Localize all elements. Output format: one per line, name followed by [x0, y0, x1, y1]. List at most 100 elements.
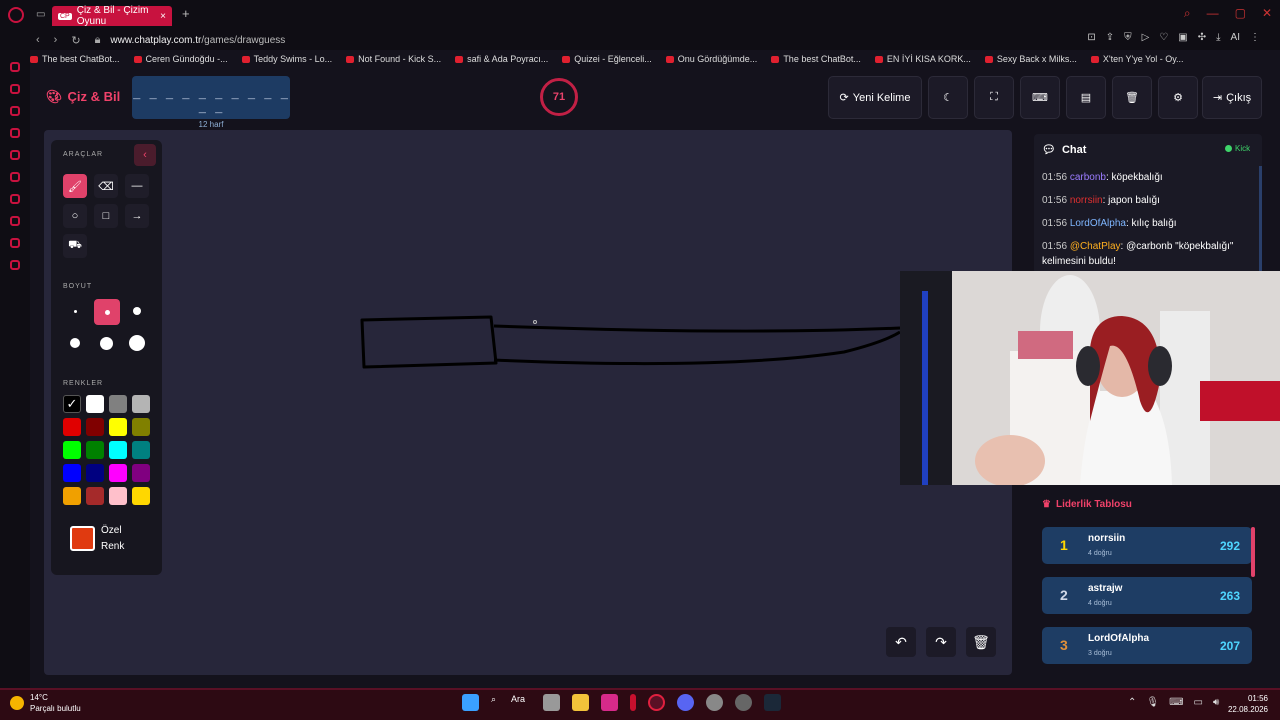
- bookmark-item[interactable]: safi & Ada Poyracı...: [455, 51, 548, 67]
- sidebar-icon[interactable]: [10, 194, 20, 204]
- leaderboard-scrollbar[interactable]: [1251, 527, 1255, 577]
- rectangle-tool[interactable]: □: [94, 204, 118, 228]
- share-icon[interactable]: ⇪: [1106, 32, 1114, 43]
- color-swatch[interactable]: [132, 418, 150, 436]
- fullscreen-button[interactable]: ⛶: [974, 76, 1014, 119]
- chat-scrollbar[interactable]: [1259, 166, 1262, 272]
- color-swatch[interactable]: [63, 418, 81, 436]
- bookmark-item[interactable]: The best ChatBot...: [771, 51, 861, 67]
- close-tab-icon[interactable]: ×: [160, 11, 166, 22]
- custom-color-swatch[interactable]: [70, 526, 95, 551]
- color-swatch[interactable]: [132, 464, 150, 482]
- new-word-button[interactable]: ⟳ Yeni Kelime: [828, 76, 922, 119]
- menu-icon[interactable]: ⋮: [1250, 32, 1260, 43]
- extensions-icon[interactable]: ✣: [1198, 32, 1206, 43]
- sidebar-icon[interactable]: [10, 260, 20, 270]
- color-swatch[interactable]: [132, 395, 150, 413]
- color-swatch[interactable]: [109, 418, 127, 436]
- brush-tool[interactable]: 🖌︎: [63, 174, 87, 198]
- custom-color-label[interactable]: Özel Renk: [101, 523, 124, 555]
- size-option-4[interactable]: [63, 331, 87, 355]
- message-user[interactable]: carbonb: [1070, 172, 1106, 183]
- color-swatch[interactable]: [109, 441, 127, 459]
- color-swatch[interactable]: [132, 441, 150, 459]
- exit-button[interactable]: ⇥ Çıkış: [1202, 76, 1262, 119]
- color-swatch[interactable]: [86, 441, 104, 459]
- sidebar-icon[interactable]: [10, 62, 20, 72]
- color-swatch[interactable]: [63, 464, 81, 482]
- url-field[interactable]: www.chatplay.com.tr/games/drawguess: [110, 35, 285, 46]
- bookmark-item[interactable]: EN İYİ KISA KORK...: [874, 51, 971, 67]
- keyboard-button[interactable]: ⌨: [1020, 76, 1060, 119]
- discord-icon[interactable]: [677, 694, 694, 711]
- shield-icon[interactable]: ⛨: [1124, 32, 1132, 43]
- download-icon[interactable]: ⤓: [1216, 32, 1220, 43]
- clear-canvas-button[interactable]: 🗑︎: [966, 627, 996, 657]
- size-option-6[interactable]: [125, 331, 149, 355]
- settings-button[interactable]: ⚙: [1158, 76, 1198, 119]
- taskbar-clock[interactable]: 01:56 22.08.2026: [1224, 693, 1268, 715]
- eraser-tool[interactable]: ⌫: [94, 174, 118, 198]
- color-swatch[interactable]: ✓: [63, 395, 81, 413]
- fill-tool[interactable]: ⛟: [63, 234, 87, 258]
- bookmark-item[interactable]: The best ChatBot...: [30, 51, 120, 67]
- drawing-canvas[interactable]: [44, 130, 1012, 675]
- instagram-icon[interactable]: [601, 694, 618, 711]
- message-user[interactable]: norrsiin: [1070, 195, 1103, 206]
- line-tool[interactable]: —: [125, 174, 149, 198]
- size-option-1[interactable]: [63, 299, 87, 323]
- color-swatch[interactable]: [63, 487, 81, 505]
- collapse-panel-button[interactable]: ‹: [134, 144, 156, 166]
- new-tab-button[interactable]: +: [182, 6, 190, 21]
- size-option-5[interactable]: [94, 331, 118, 355]
- opera-logo-icon[interactable]: [8, 7, 24, 23]
- red-app-icon[interactable]: [630, 694, 636, 711]
- sidebar-icon[interactable]: [10, 106, 20, 116]
- color-swatch[interactable]: [132, 487, 150, 505]
- reload-icon[interactable]: ↻: [71, 34, 80, 47]
- color-swatch[interactable]: [86, 487, 104, 505]
- browser-tab-active[interactable]: CP Çiz & Bil - Çizim Oyunu ×: [52, 5, 172, 27]
- arrow-tool[interactable]: →: [125, 204, 149, 228]
- maximize-icon[interactable]: ▢: [1235, 6, 1246, 21]
- sidebar-icon[interactable]: [10, 238, 20, 248]
- bookmark-item[interactable]: Onu Gördüğümde...: [665, 51, 757, 67]
- sidebar-icon[interactable]: [10, 128, 20, 138]
- search-tabs-icon[interactable]: ⌕: [1184, 6, 1191, 21]
- snapshot-icon[interactable]: ⊡: [1087, 32, 1095, 43]
- color-swatch[interactable]: [109, 395, 127, 413]
- message-user[interactable]: @ChatPlay: [1070, 241, 1121, 252]
- bookmark-item[interactable]: Quizei - Eğlenceli...: [562, 51, 652, 67]
- color-swatch[interactable]: [86, 418, 104, 436]
- app-icon[interactable]: [706, 694, 723, 711]
- sidebar-icon[interactable]: [10, 150, 20, 160]
- delete-button[interactable]: 🗑︎: [1112, 76, 1152, 119]
- sidebar-icon[interactable]: [10, 84, 20, 94]
- network-icon[interactable]: ▭: [1194, 697, 1203, 708]
- color-swatch[interactable]: [86, 464, 104, 482]
- taskbar-search[interactable]: ⌕ Ara: [491, 694, 531, 711]
- weather-widget[interactable]: 14°C Parçalı bulutlu: [10, 692, 81, 714]
- volume-icon[interactable]: 🔊︎: [1213, 697, 1219, 708]
- sidebar-icon[interactable]: [10, 172, 20, 182]
- keyboard-tray-icon[interactable]: ⌨: [1169, 697, 1183, 708]
- bookmark-item[interactable]: X'ten Y'ye Yol - Oy...: [1090, 51, 1184, 67]
- task-view-icon[interactable]: [543, 694, 560, 711]
- obs-icon[interactable]: [735, 694, 752, 711]
- play-icon[interactable]: ▷: [1142, 32, 1150, 43]
- color-swatch[interactable]: [109, 487, 127, 505]
- bookmark-item[interactable]: Teddy Swims - Lo...: [241, 51, 332, 67]
- size-option-3[interactable]: [125, 299, 149, 323]
- microphone-icon[interactable]: 🎙︎: [1146, 697, 1159, 708]
- chevron-up-icon[interactable]: ⌃: [1128, 697, 1136, 708]
- minimize-icon[interactable]: —: [1207, 6, 1219, 21]
- size-option-2[interactable]: [94, 299, 120, 325]
- app-logo[interactable]: 🎨︎ Çiz & Bil: [46, 89, 120, 105]
- back-icon[interactable]: ‹: [36, 34, 40, 47]
- archive-button[interactable]: ▤: [1066, 76, 1106, 119]
- message-user[interactable]: LordOfAlpha: [1070, 218, 1126, 229]
- steam-icon[interactable]: [764, 694, 781, 711]
- ai-button[interactable]: AI: [1231, 32, 1240, 43]
- bookmark-item[interactable]: Not Found - Kick S...: [346, 51, 441, 67]
- heart-icon[interactable]: ♡: [1159, 32, 1168, 43]
